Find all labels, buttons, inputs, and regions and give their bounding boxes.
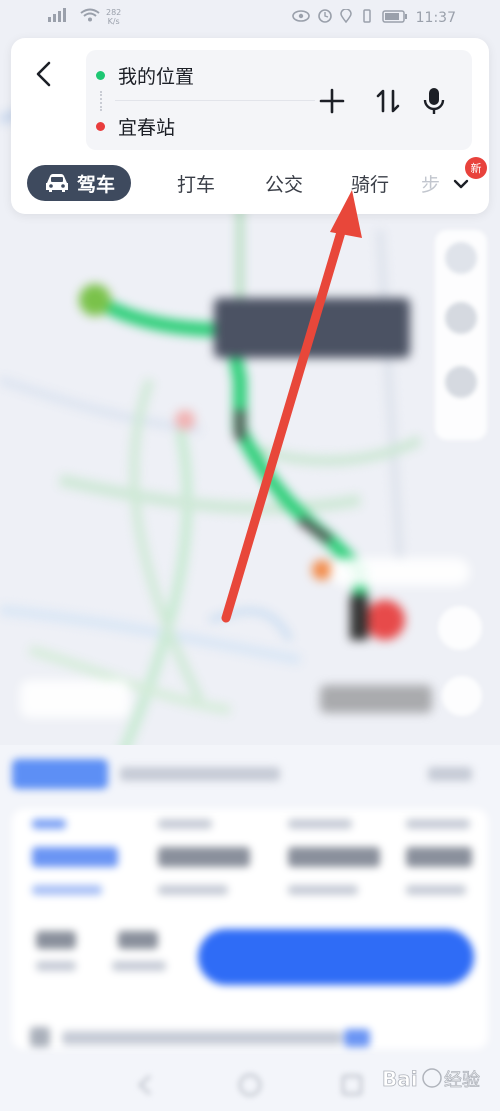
baidu-logo-icon: Bai 经验	[382, 1067, 481, 1092]
layer-button[interactable]	[445, 302, 477, 334]
tab-drive[interactable]: 驾车	[27, 165, 131, 201]
tab-taxi-label: 打车	[176, 173, 215, 196]
tab-ride-label: 骑行	[350, 173, 389, 196]
route-inputs: 我的位置 宜春站	[86, 50, 472, 150]
microphone-icon	[423, 88, 445, 114]
add-waypoint-button[interactable]	[315, 84, 349, 118]
tab-walk[interactable]: 步	[421, 165, 445, 201]
nav-home-icon	[238, 1073, 262, 1097]
plus-icon	[319, 88, 345, 114]
route-connector	[100, 91, 102, 111]
status-bar: 282 K/s 11:37	[0, 0, 500, 34]
speed-value: 282	[106, 8, 122, 17]
baidu-watermark: Bai 经验	[380, 1058, 495, 1098]
input-divider	[115, 100, 315, 101]
travel-mode-tabs: 驾车 打车 公交 骑行 步 新	[27, 157, 487, 203]
origin-dot-icon	[96, 70, 105, 80]
alarm-icon	[317, 9, 332, 27]
nav-back-icon	[138, 1075, 151, 1095]
new-badge: 新	[465, 157, 487, 179]
origin-field[interactable]: 我的位置	[96, 60, 194, 90]
locate-button[interactable]	[442, 676, 482, 716]
traffic-toggle-button[interactable]	[445, 242, 477, 274]
swap-icon	[376, 89, 400, 113]
tab-taxi[interactable]: 打车	[161, 165, 231, 201]
route-card: 我的位置 宜春站 驾车 打车 公交 骑行 步 新	[11, 38, 489, 214]
map-side-controls	[435, 230, 487, 440]
route-options-card[interactable]	[12, 809, 488, 1049]
route-tag	[12, 759, 108, 789]
wifi-icon	[80, 8, 100, 26]
nav-recent-icon	[341, 1074, 363, 1096]
route-options-sheet	[0, 745, 500, 1111]
destination-text: 宜春站	[118, 116, 176, 139]
battery-icon	[381, 9, 408, 27]
destination-field[interactable]: 宜春站	[96, 111, 175, 141]
tab-drive-label: 驾车	[76, 173, 115, 196]
search-nearby-button[interactable]	[445, 366, 477, 398]
origin-text: 我的位置	[118, 65, 195, 88]
voice-input-button[interactable]	[417, 84, 451, 118]
signal-icon	[46, 8, 74, 26]
status-right: 11:37	[291, 8, 456, 27]
tab-walk-label: 步	[421, 173, 441, 196]
network-speed: 282 K/s	[106, 8, 121, 26]
vibrate-icon	[360, 9, 374, 27]
svg-text:Bai: Bai	[382, 1067, 418, 1091]
clock: 11:37	[415, 10, 456, 26]
tab-bus[interactable]: 公交	[249, 165, 319, 201]
svg-text:经验: 经验	[444, 1070, 480, 1091]
eye-icon	[291, 10, 310, 26]
refresh-route-button[interactable]	[438, 606, 482, 650]
car-icon	[45, 174, 68, 192]
location-icon	[339, 8, 352, 27]
speed-unit: K/s	[107, 17, 120, 26]
start-navigation-button[interactable]	[198, 929, 474, 985]
destination-dot-icon	[96, 121, 105, 131]
back-button[interactable]	[29, 56, 59, 92]
status-left: 282 K/s	[46, 8, 121, 26]
back-arrow-icon	[36, 61, 51, 87]
tab-ride[interactable]: 骑行	[335, 165, 405, 201]
tab-bus-label: 公交	[264, 173, 303, 196]
swap-route-button[interactable]	[371, 84, 405, 118]
